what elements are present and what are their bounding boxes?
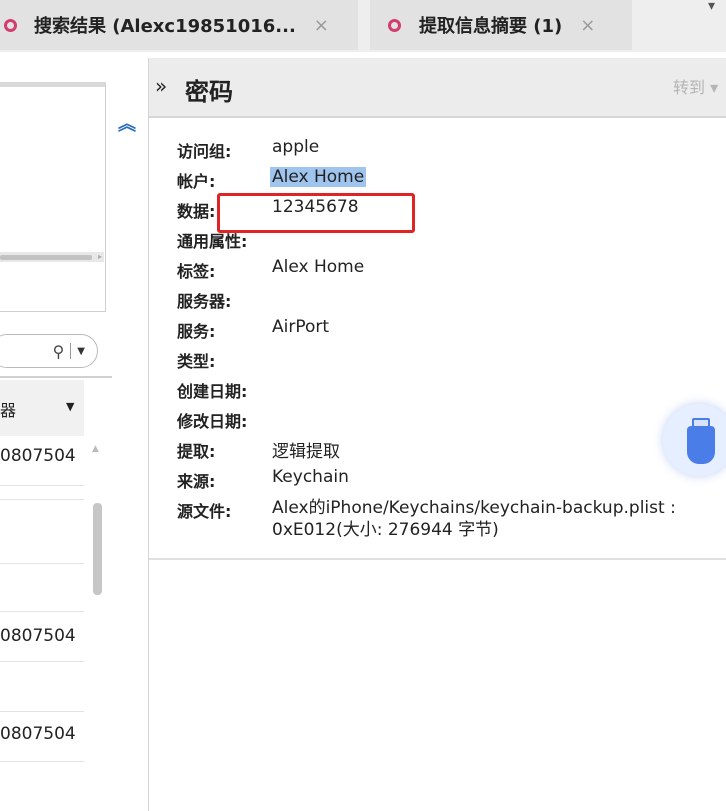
field-label: 源文件: [177, 502, 232, 521]
field-label: 访问组: [177, 142, 232, 161]
field-value[interactable]: 逻辑提取 [272, 437, 340, 462]
field-value[interactable]: AirPort [272, 317, 329, 337]
expand-icon[interactable]: » [155, 74, 167, 98]
field-modified: 修改日期: [177, 408, 717, 438]
page-title: 密码 [185, 78, 233, 106]
field-label: 来源: [177, 472, 216, 491]
left-panel: ▸ ︽ ⚲ ▼ 器 ▼ 0807504 0807504 0807504 ▲ [0, 52, 140, 811]
sort-caret-icon[interactable]: ▼ [66, 400, 74, 413]
field-label: 服务: [177, 322, 216, 341]
search-input[interactable]: ⚲ ▼ [0, 334, 98, 368]
field-tag: 标签: Alex Home [177, 257, 717, 288]
field-label: 提取: [177, 442, 216, 461]
field-type: 类型: [177, 348, 717, 378]
detail-panel: » 密码 转到 ▾ 访问组: apple 帐户: Alex Home 数据: 1… [148, 58, 726, 811]
close-icon[interactable]: × [314, 15, 329, 36]
field-extraction: 提取: 逻辑提取 [177, 438, 717, 468]
field-service: 服务: AirPort [177, 317, 717, 348]
double-chevron-up-icon[interactable]: ︽ [118, 116, 136, 134]
field-value[interactable]: Alex Home [272, 257, 364, 277]
list-item[interactable] [0, 662, 84, 712]
field-label: 帐户: [177, 172, 216, 191]
field-source: 来源: Keychain [177, 467, 717, 498]
close-icon[interactable]: × [580, 15, 595, 36]
property-list: 访问组: apple 帐户: Alex Home 数据: 12345678 通用… [149, 118, 726, 560]
list-item[interactable] [0, 500, 84, 564]
field-value[interactable]: Alex的iPhone/Keychains/keychain-backup.pl… [272, 497, 712, 541]
divider [0, 376, 112, 378]
detail-header: » 密码 转到 ▾ [149, 58, 726, 118]
list-item[interactable]: 0807504 [0, 612, 84, 662]
field-created: 创建日期: [177, 378, 717, 408]
field-value[interactable]: Keychain [272, 467, 349, 487]
tab-bar: 搜索结果 (Alexc19851016... × 提取信息摘要 (1) × ▾ [0, 0, 726, 52]
column-header[interactable]: 器 ▼ [0, 380, 84, 436]
scrollbar-thumb[interactable] [0, 255, 92, 260]
scroll-right-icon[interactable]: ▸ [98, 252, 102, 261]
field-label: 修改日期: [177, 412, 248, 431]
chevron-down-icon[interactable]: ▾ [708, 0, 715, 14]
tab-circle-icon [388, 18, 401, 32]
tab-label: 搜索结果 (Alexc19851016... [34, 16, 296, 37]
usb-body [687, 426, 715, 464]
tab-circle-icon [4, 18, 17, 32]
goto-button[interactable]: 转到 ▾ [673, 74, 718, 98]
vertical-scrollbar-thumb[interactable] [93, 503, 102, 595]
field-server: 服务器: [177, 288, 717, 318]
chevron-down-icon[interactable]: ▼ [77, 346, 85, 357]
field-access-group: 访问组: apple [177, 137, 717, 168]
list-item[interactable]: 0807504 [0, 712, 84, 762]
field-source-file: 源文件: Alex的iPhone/Keychains/keychain-back… [177, 498, 717, 548]
field-label: 创建日期: [177, 382, 248, 401]
usb-device-icon[interactable] [663, 404, 726, 476]
separator [70, 343, 72, 359]
field-label: 类型: [177, 352, 216, 371]
field-value-selected[interactable]: Alex Home [270, 167, 367, 187]
tree-view[interactable] [0, 82, 106, 312]
tab-search-results[interactable]: 搜索结果 (Alexc19851016... × [0, 0, 358, 50]
field-label: 服务器: [177, 292, 232, 311]
field-label: 数据: [177, 202, 216, 221]
highlight-annotation-box [217, 193, 415, 233]
horizontal-scrollbar[interactable]: ▸ [0, 252, 104, 262]
tab-label: 提取信息摘要 (1) [419, 16, 563, 37]
field-label: 标签: [177, 262, 216, 281]
column-header-label: 器 [0, 401, 17, 420]
field-value[interactable]: apple [272, 137, 319, 157]
scroll-up-icon[interactable]: ▲ [92, 444, 99, 454]
list-item[interactable]: 0807504 [0, 436, 84, 500]
search-icon[interactable]: ⚲ [53, 342, 65, 361]
list-item[interactable] [0, 564, 84, 612]
tab-extraction-summary[interactable]: 提取信息摘要 (1) × [370, 0, 632, 50]
